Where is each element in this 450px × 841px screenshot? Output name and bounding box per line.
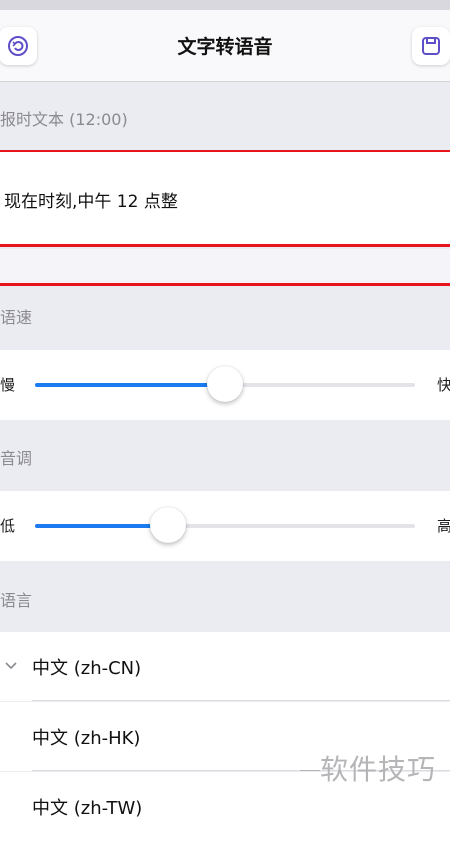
section-header-speed-label: 语速 [0,308,33,327]
highlight-line-middle [0,244,450,247]
speed-slider-row: 慢 快 [0,350,450,420]
page-title: 文字转语音 [177,36,273,58]
language-option-label: 中文 (zh-TW) [32,798,143,819]
spacer-strip [0,249,450,283]
text-input-card[interactable]: 现在时刻,中午 12 点整 [0,152,450,246]
speed-max-label: 快 [437,376,450,394]
speed-slider-fill [35,383,225,387]
watermark: 软件技巧 [320,753,437,786]
language-option-label: 中文 (zh-HK) [32,728,141,749]
checkmark-icon [5,662,17,670]
pitch-slider-row: 低 高 [0,491,450,561]
navigation-bar: 文字转语音 [0,10,450,82]
save-button[interactable] [412,27,450,65]
section-header-text-label: 报时文本 (12:00) [0,110,128,129]
section-header-language-label: 语言 [0,591,33,610]
row-divider [32,700,450,701]
status-strip [0,0,450,10]
pitch-min-label: 低 [0,517,16,535]
language-option[interactable]: 中文 (zh-CN) [0,632,450,701]
announcement-text-field[interactable]: 现在时刻,中午 12 点整 [4,187,178,212]
save-icon [422,37,440,55]
language-option-label: 中文 (zh-CN) [32,658,142,679]
pitch-slider[interactable] [35,524,415,528]
speed-min-label: 慢 [0,376,16,394]
pitch-max-label: 高 [437,517,450,535]
speed-slider-thumb[interactable] [207,366,243,402]
watermark-line [300,770,320,771]
pitch-slider-thumb[interactable] [150,507,186,543]
highlight-line-bottom [0,283,450,286]
section-header-pitch-label: 音调 [0,449,33,468]
pitch-slider-fill [35,524,168,528]
